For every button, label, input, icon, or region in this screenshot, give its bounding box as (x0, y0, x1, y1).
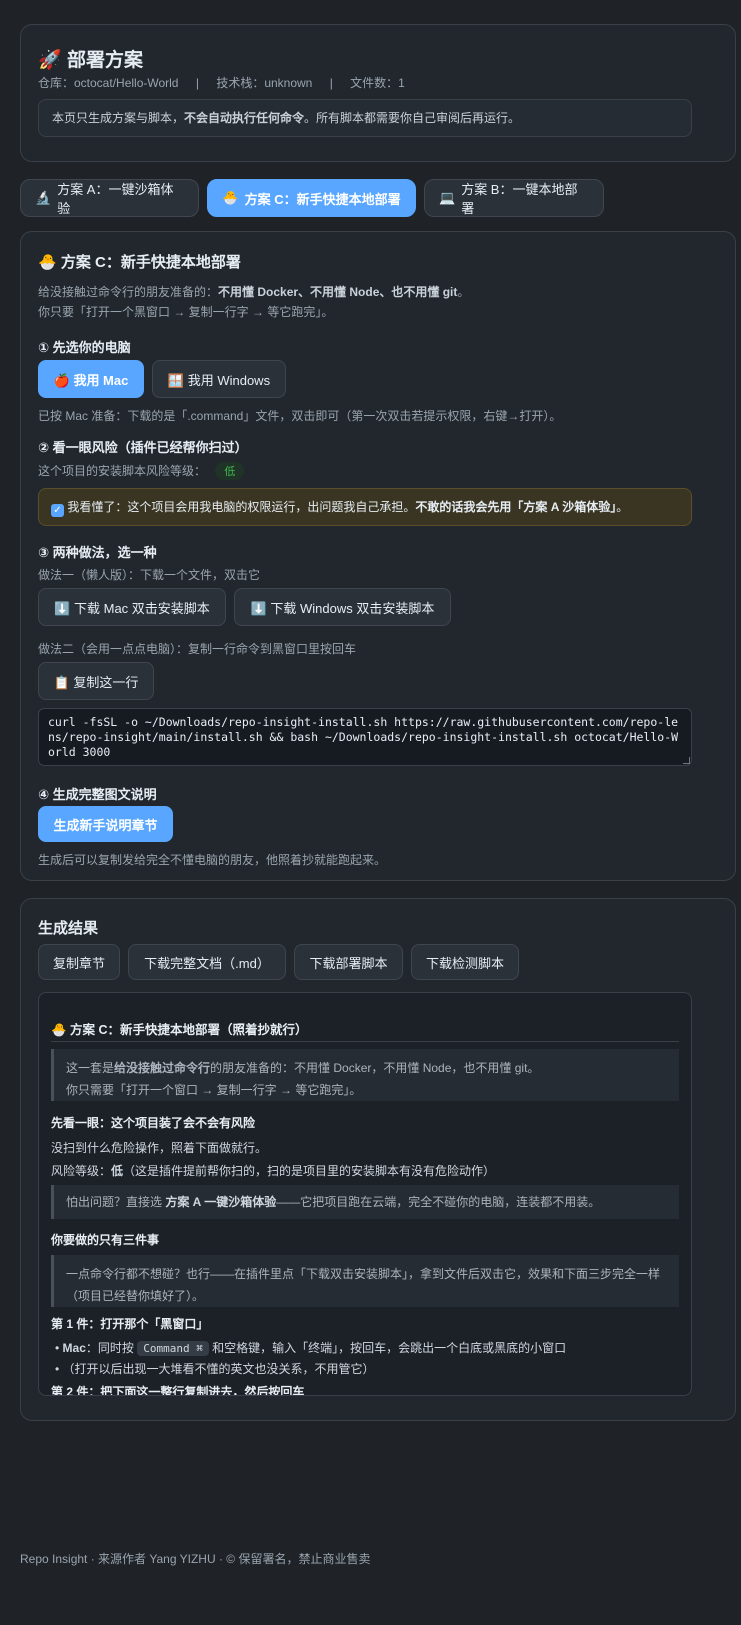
notice-text: 。所有脚本都需要你自己审阅后再运行。 (304, 111, 521, 125)
copy-line-button[interactable]: 📋 复制这一行 (38, 662, 154, 700)
laptop-icon: 💻 (439, 190, 456, 205)
doc-list: • Mac：同时按 Command ⌘ 和空格键，输入「终端」，按回车，会跳出一… (55, 1338, 566, 1379)
doc-subheading: 先看一眼：这个项目装了会不会有风险 (51, 1116, 256, 1130)
command-textarea[interactable]: curl -fsSL -o ~/Downloads/repo-insight-i… (38, 708, 692, 766)
download-md-button[interactable]: 下载完整文档（.md） (128, 944, 286, 980)
tab-plan-a[interactable]: 🔬 方案 A：一键沙箱体验 (20, 179, 199, 217)
list-item: • Mac：同时按 Command ⌘ 和空格键，输入「终端」，按回车，会跳出一… (55, 1341, 567, 1356)
quote-bold: 方案 A 一键沙箱体验 (165, 1195, 277, 1209)
ack-bold: 不敢的话我会先用「方案 A 沙箱体验」 (415, 500, 617, 514)
tab-label: 方案 A：一键沙箱体验 (57, 182, 174, 216)
page-title: 🚀 部署方案 (38, 45, 143, 72)
ack-text: 。 (616, 500, 629, 514)
tab-label: 方案 C：新手快捷本地部署 (244, 191, 401, 207)
doc-paragraph: 没扫到什么危险操作，照着下面做就行。 (51, 1141, 268, 1155)
doc-text: 和空格键，输入「终端」，按回车，会跳出一个白底或黑底的小窗口 (208, 1341, 567, 1355)
chick-icon: 🐣 (38, 254, 57, 271)
tab-label: 方案 B：一键本地部署 (461, 182, 578, 216)
notice-bold: 不会自动执行任何命令 (184, 111, 305, 125)
way1-label: 做法一（懒人版）：下载一个文件，双击它 (38, 568, 261, 582)
stack-label: 技术栈：unknown (216, 76, 313, 90)
doc-bold: 低 (111, 1164, 124, 1178)
generate-guide-button[interactable]: 生成新手说明章节 (38, 806, 173, 842)
download-mac-button[interactable]: ⬇️ 下载 Mac 双击安装脚本 (38, 588, 226, 626)
intro-text: 。 (457, 285, 470, 299)
mac-note: 已按 Mac 准备：下载的是「.command」文件，双击即可（第一次双击若提示… (38, 409, 562, 423)
microscope-icon: 🔬 (35, 190, 52, 205)
result-title: 生成结果 (38, 920, 99, 937)
risk-label: 这个项目的安装脚本风险等级： (38, 464, 207, 478)
tab-plan-c[interactable]: 🐣 方案 C：新手快捷本地部署 (207, 179, 416, 217)
download-windows-button[interactable]: ⬇️ 下载 Windows 双击安装脚本 (234, 588, 451, 626)
doc-quote-3: 一点命令行都不想碰？也行——在插件里点「下载双击安装脚本」，拿到文件后双击它，效… (51, 1255, 679, 1307)
plan-title-text: 方案 C：新手快捷本地部署 (60, 254, 241, 271)
plan-intro: 给没接触过命令行的朋友准备的：不用懂 Docker、不用懂 Node、也不用懂 … (38, 282, 469, 322)
rocket-icon: 🚀 (38, 50, 62, 71)
tab-plan-b[interactable]: 💻 方案 B：一键本地部署 (424, 179, 604, 217)
step1-title: ① 先选你的电脑 (38, 340, 131, 355)
doc-text: （这是插件提前帮你扫的，扫的是项目里的安装脚本有没有危险动作） (123, 1164, 496, 1178)
footer-text: Repo Insight · 来源作者 Yang YIZHU · © 保留署名，… (20, 1552, 371, 1566)
plan-title: 🐣 方案 C：新手快捷本地部署 (38, 251, 241, 272)
mac-button[interactable]: 🍎 我用 Mac (38, 360, 144, 398)
resize-handle-icon[interactable] (683, 757, 690, 764)
doc-bold: Mac (62, 1341, 86, 1355)
copy-chapter-button[interactable]: 复制章节 (38, 944, 120, 980)
notice-box: 本页只生成方案与脚本，不会自动执行任何命令。所有脚本都需要你自己审阅后再运行。 (38, 99, 692, 137)
download-deploy-script-button[interactable]: 下载部署脚本 (294, 944, 403, 980)
risk-row: 这个项目的安装脚本风险等级： 低 (38, 462, 245, 480)
divider (51, 1041, 679, 1042)
step2-title: ② 看一眼风险（插件已经帮你扫过） (38, 440, 248, 455)
files-label: 文件数：1 (350, 76, 405, 90)
windows-button[interactable]: 🪟 我用 Windows (152, 360, 286, 398)
list-item: • （打开以后出现一大堆看不懂的英文也没关系，不用管它） (55, 1362, 375, 1376)
separator: | (195, 76, 199, 90)
plan-card: 🐣 方案 C：新手快捷本地部署 给没接触过命令行的朋友准备的：不用懂 Docke… (20, 231, 736, 881)
header-card: 🚀 部署方案 仓库：octocat/Hello-World | 技术栈：unkn… (20, 24, 736, 162)
doc-text: （打开以后出现一大堆看不懂的英文也没关系，不用管它） (62, 1362, 375, 1376)
quote-text: 的朋友准备的：不用懂 Docker，不用懂 Node，也不用懂 git。 (210, 1061, 540, 1075)
step4-title: ④ 生成完整图文说明 (38, 787, 157, 802)
doc-paragraph: 风险等级：低（这是插件提前帮你扫的，扫的是项目里的安装脚本有没有危险动作） (51, 1162, 495, 1179)
quote-text: ——它把项目跑在云端，完全不碰你的电脑，连装都不用装。 (276, 1195, 601, 1209)
ack-text: 我看懂了：这个项目会用我电脑的权限运行，出问题我自己承担。 (67, 500, 416, 514)
doc-text: 风险等级： (51, 1164, 112, 1178)
ack-box: ✓ 我看懂了：这个项目会用我电脑的权限运行，出问题我自己承担。不敢的话我会先用「… (38, 488, 692, 526)
doc-subheading: 第 2 件：把下面这一整行复制进去，然后按回车 (51, 1385, 305, 1396)
doc-quote-1: 这一套是给没接触过命令行的朋友准备的：不用懂 Docker，不用懂 Node，也… (51, 1049, 679, 1101)
step3-title: ③ 两种做法，选一种 (38, 545, 157, 560)
result-document[interactable]: 🐣 方案 C：新手快捷本地部署（照着抄就行） 这一套是给没接触过命令行的朋友准备… (38, 992, 692, 1396)
separator: | (329, 76, 333, 90)
doc-heading: 🐣 方案 C：新手快捷本地部署（照着抄就行） (51, 1023, 308, 1037)
page-title-text: 部署方案 (66, 50, 143, 71)
result-card: 生成结果 复制章节 下载完整文档（.md） 下载部署脚本 下载检测脚本 🐣 方案… (20, 898, 736, 1421)
repo-meta: 仓库：octocat/Hello-World | 技术栈：unknown | 文… (38, 74, 405, 91)
doc-text: ：同时按 (85, 1341, 138, 1355)
way2-label: 做法二（会用一点点电脑）：复制一行命令到黑窗口里按回车 (38, 642, 357, 656)
intro-line-1: 给没接触过命令行的朋友准备的：不用懂 Docker、不用懂 Node、也不用懂 … (38, 282, 469, 302)
download-check-script-button[interactable]: 下载检测脚本 (411, 944, 519, 980)
quote-line: 这一套是给没接触过命令行的朋友准备的：不用懂 Docker，不用懂 Node，也… (66, 1057, 667, 1079)
command-key: Command ⌘ (137, 1341, 209, 1356)
risk-badge: 低 (215, 462, 245, 480)
repo-label: 仓库：octocat/Hello-World (38, 76, 179, 90)
generate-note: 生成后可以复制发给完全不懂电脑的朋友，他照着抄就能跑起来。 (38, 853, 387, 867)
intro-bold: 不用懂 Docker、不用懂 Node、也不用懂 git (218, 285, 458, 299)
ack-checkbox[interactable]: ✓ (51, 504, 64, 517)
quote-line: 你只需要「打开一个窗口 → 复制一行字 → 等它跑完」。 (66, 1083, 362, 1097)
intro-line-2: 你只要「打开一个黑窗口 → 复制一行字 → 等它跑完」。 (38, 305, 334, 319)
doc-subheading: 第 1 件：打开那个「黑窗口」 (51, 1317, 209, 1331)
chick-icon: 🐣 (222, 190, 239, 205)
quote-text: 怕出问题？直接选 (66, 1195, 166, 1209)
quote-text: 这一套是 (66, 1061, 115, 1075)
intro-text: 给没接触过命令行的朋友准备的： (38, 285, 219, 299)
doc-quote-2: 怕出问题？直接选 方案 A 一键沙箱体验——它把项目跑在云端，完全不碰你的电脑，… (51, 1185, 679, 1219)
doc-subheading: 你要做的只有三件事 (51, 1233, 160, 1247)
notice-text: 本页只生成方案与脚本， (52, 111, 185, 125)
quote-bold: 给没接触过命令行 (114, 1061, 211, 1075)
